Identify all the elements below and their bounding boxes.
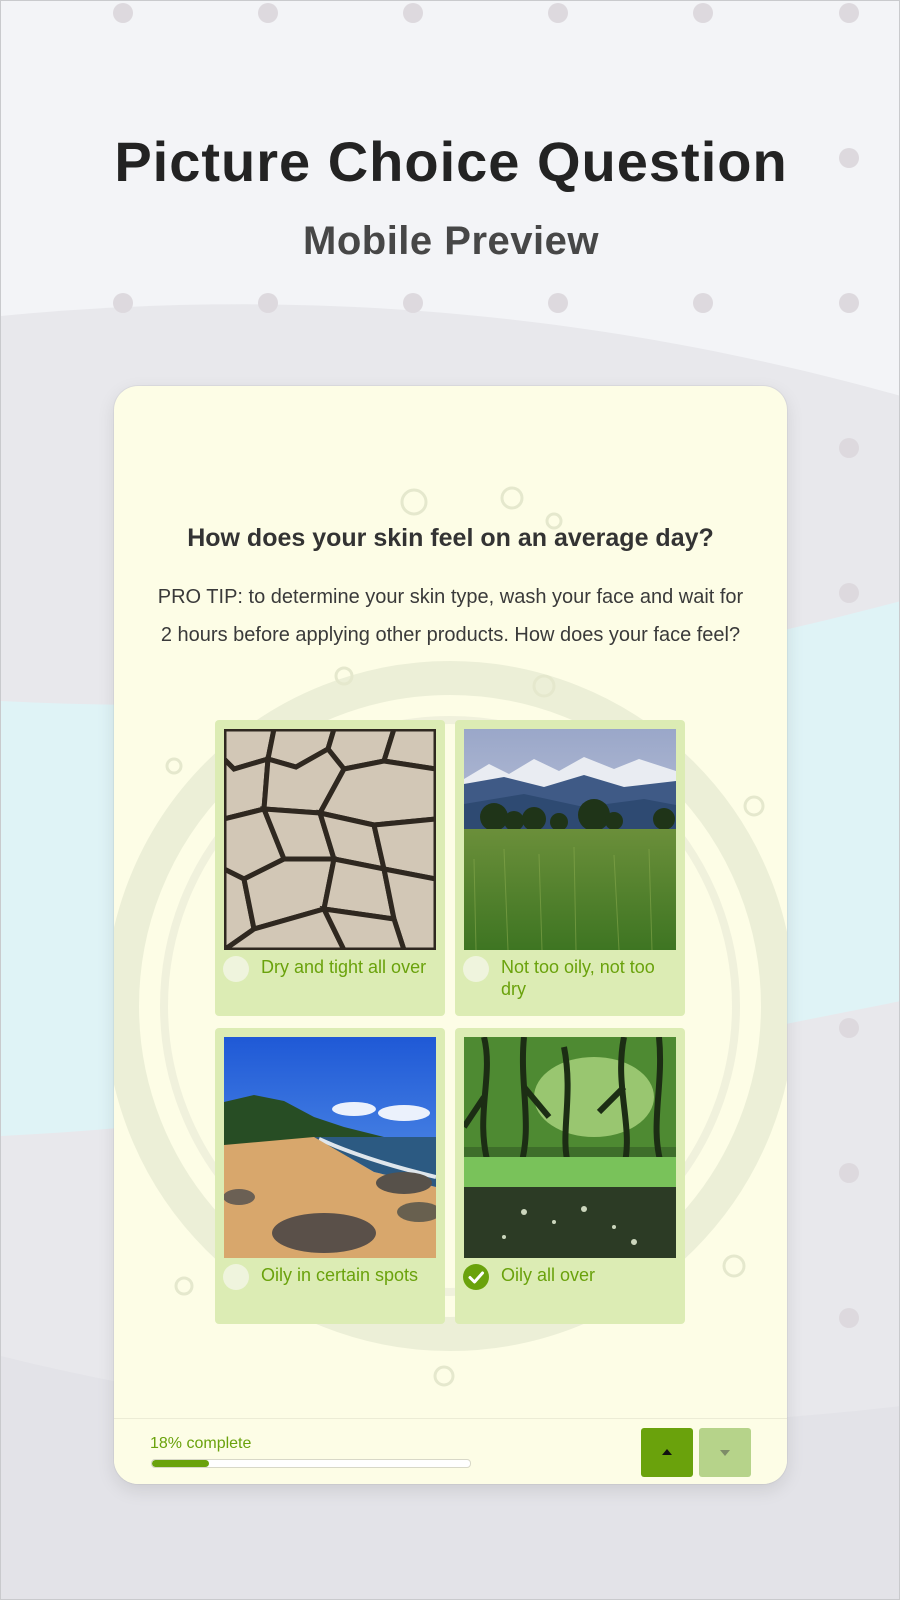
beach-image (224, 1037, 436, 1258)
previous-button[interactable] (641, 1428, 693, 1477)
survey-footer: 18% complete (114, 1418, 787, 1484)
decor-dot (403, 293, 423, 313)
decor-dot (839, 3, 859, 23)
decor-dot (113, 3, 133, 23)
option-radio-checked[interactable] (463, 1264, 489, 1290)
option-radio[interactable] (223, 956, 249, 982)
decor-dot (258, 293, 278, 313)
decor-dot (839, 1308, 859, 1328)
option-card-normal[interactable]: Not too oily, not too dry (455, 720, 685, 1016)
decor-dot (839, 1018, 859, 1038)
survey-card: How does your skin feel on an average da… (114, 386, 787, 1484)
hero-title: Picture Choice Question (114, 130, 788, 193)
question-title: How does your skin feel on an average da… (187, 524, 714, 552)
mountain-meadow-image (464, 729, 676, 950)
option-label: Not too oily, not too dry (501, 957, 655, 999)
hero-subtitle: Mobile Preview (303, 219, 599, 263)
decor-dot (693, 293, 713, 313)
option-label: Oily in certain spots (261, 1265, 419, 1285)
option-label: Dry and tight all over (261, 957, 427, 977)
progress-label: 18% complete (150, 1435, 252, 1452)
option-radio[interactable] (223, 1264, 249, 1290)
option-radio[interactable] (463, 956, 489, 982)
decor-dot (839, 1163, 859, 1183)
decor-dot (693, 3, 713, 23)
question-description: PRO TIP: to determine your skin type, wa… (157, 586, 744, 646)
decor-dot (258, 3, 278, 23)
option-card-oily[interactable]: Oily all over (455, 1028, 685, 1324)
decor-dot (113, 293, 133, 313)
progress-bar (151, 1459, 471, 1468)
next-button[interactable] (699, 1428, 751, 1477)
mangrove-swamp-image (464, 1037, 676, 1258)
decor-dot (548, 3, 568, 23)
decor-dot (548, 293, 568, 313)
page-frame: Picture Choice Question Mobile Preview H… (0, 0, 900, 1600)
decor-dot (839, 583, 859, 603)
decor-dot (403, 3, 423, 23)
checkmark-icon (468, 1271, 484, 1284)
option-card-dry[interactable]: Dry and tight all over (215, 720, 445, 1016)
decor-dot (839, 438, 859, 458)
caret-down-icon (720, 1450, 730, 1456)
option-card-combination[interactable]: Oily in certain spots (215, 1028, 445, 1324)
decor-dot (839, 293, 859, 313)
progress-fill (152, 1460, 210, 1467)
cracked-earth-image (224, 729, 436, 950)
option-label: Oily all over (501, 1265, 596, 1285)
caret-up-icon (662, 1449, 672, 1455)
